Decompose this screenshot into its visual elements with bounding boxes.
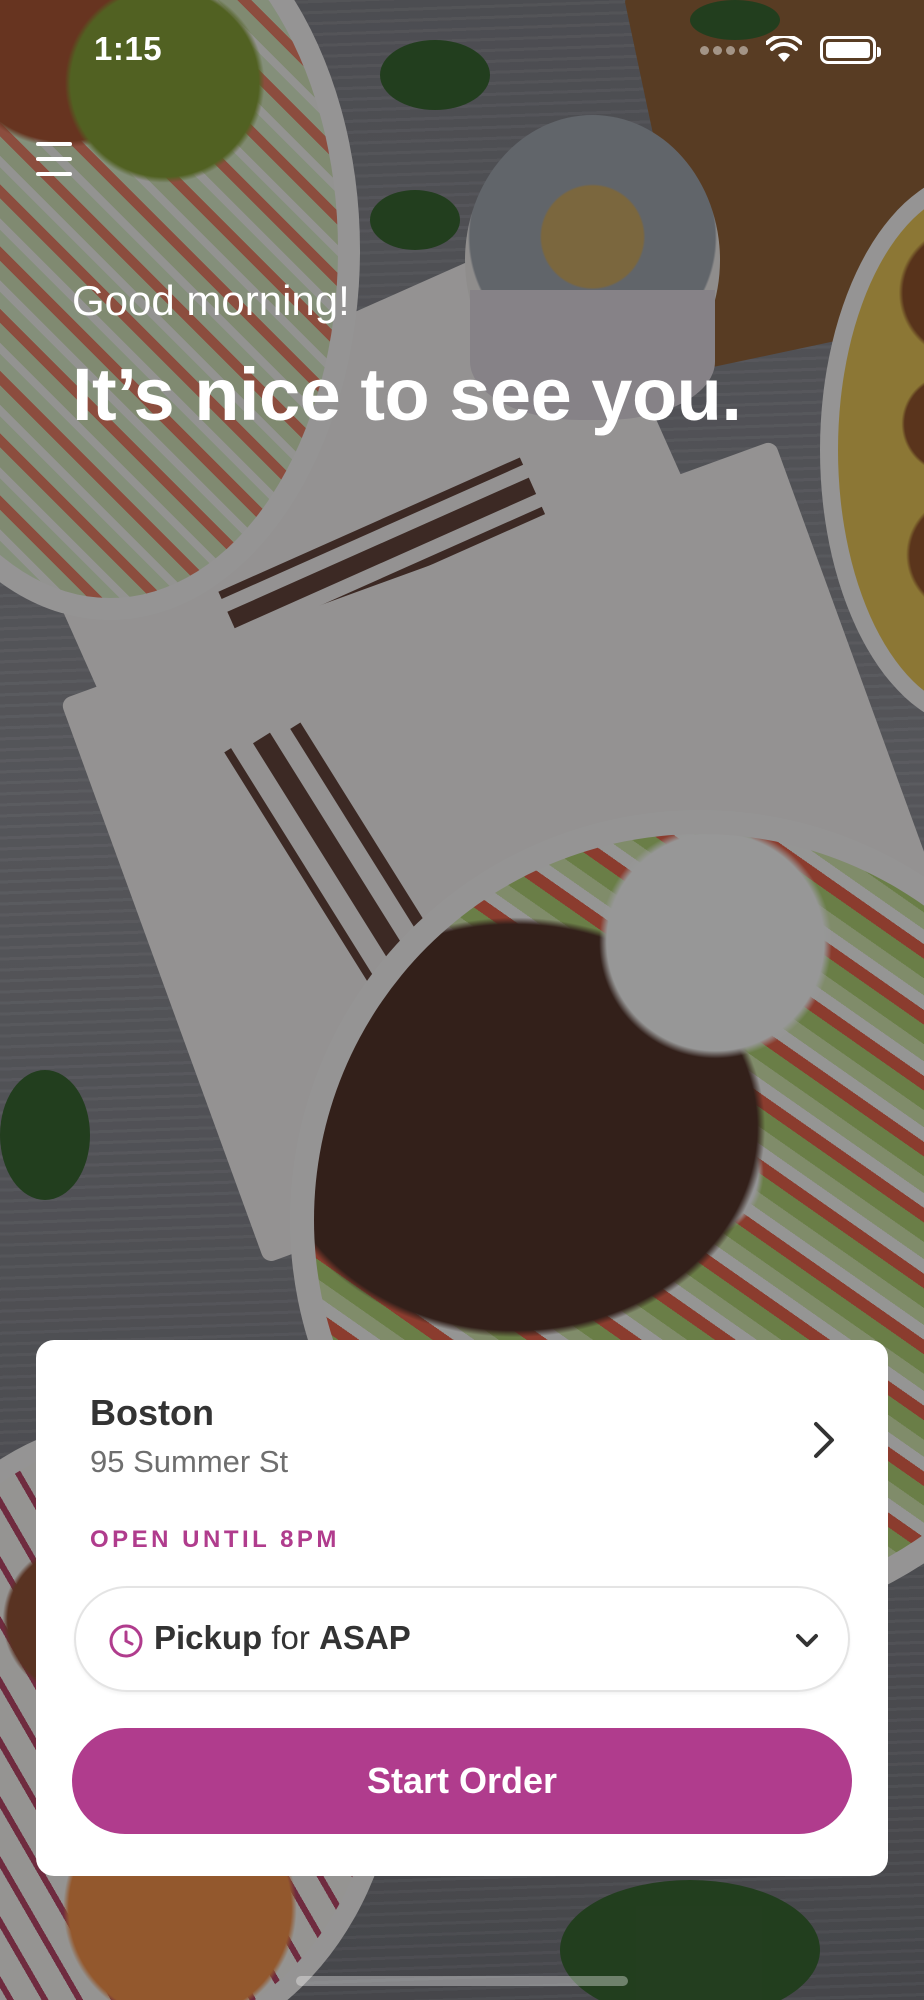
home-indicator[interactable] bbox=[296, 1976, 628, 1986]
status-bar: 1:15 bbox=[0, 0, 924, 100]
status-icons bbox=[700, 36, 881, 64]
order-mode-dropdown[interactable]: Pickup for ASAP bbox=[74, 1586, 850, 1692]
hamburger-menu-icon[interactable] bbox=[36, 142, 72, 176]
store-hours: OPEN UNTIL 8PM bbox=[90, 1526, 340, 1553]
cellular-signal-icon bbox=[700, 45, 748, 55]
order-card: Boston 95 Summer St OPEN UNTIL 8PM Picku… bbox=[36, 1340, 888, 1876]
order-mode-label: Pickup for ASAP bbox=[154, 1619, 411, 1657]
order-mode-connector: for bbox=[271, 1619, 310, 1656]
start-order-button[interactable]: Start Order bbox=[72, 1728, 852, 1834]
battery-icon bbox=[820, 36, 881, 64]
order-mode-time: ASAP bbox=[319, 1619, 411, 1656]
welcome-headline: It’s nice to see you. bbox=[72, 353, 742, 436]
order-mode-type: Pickup bbox=[154, 1619, 263, 1656]
clock-icon bbox=[109, 1624, 143, 1658]
chevron-right-icon bbox=[814, 1422, 834, 1458]
location-address: 95 Summer St bbox=[90, 1444, 289, 1479]
greeting-text: Good morning! bbox=[72, 277, 350, 324]
wifi-icon bbox=[766, 36, 802, 62]
status-time: 1:15 bbox=[94, 30, 163, 67]
location-city: Boston bbox=[90, 1392, 214, 1433]
chevron-down-icon bbox=[796, 1634, 818, 1647]
location-selector[interactable]: Boston 95 Summer St bbox=[36, 1340, 888, 1510]
home-screen: 1:15 Good morning! It’s nice to see you.… bbox=[0, 0, 924, 2000]
